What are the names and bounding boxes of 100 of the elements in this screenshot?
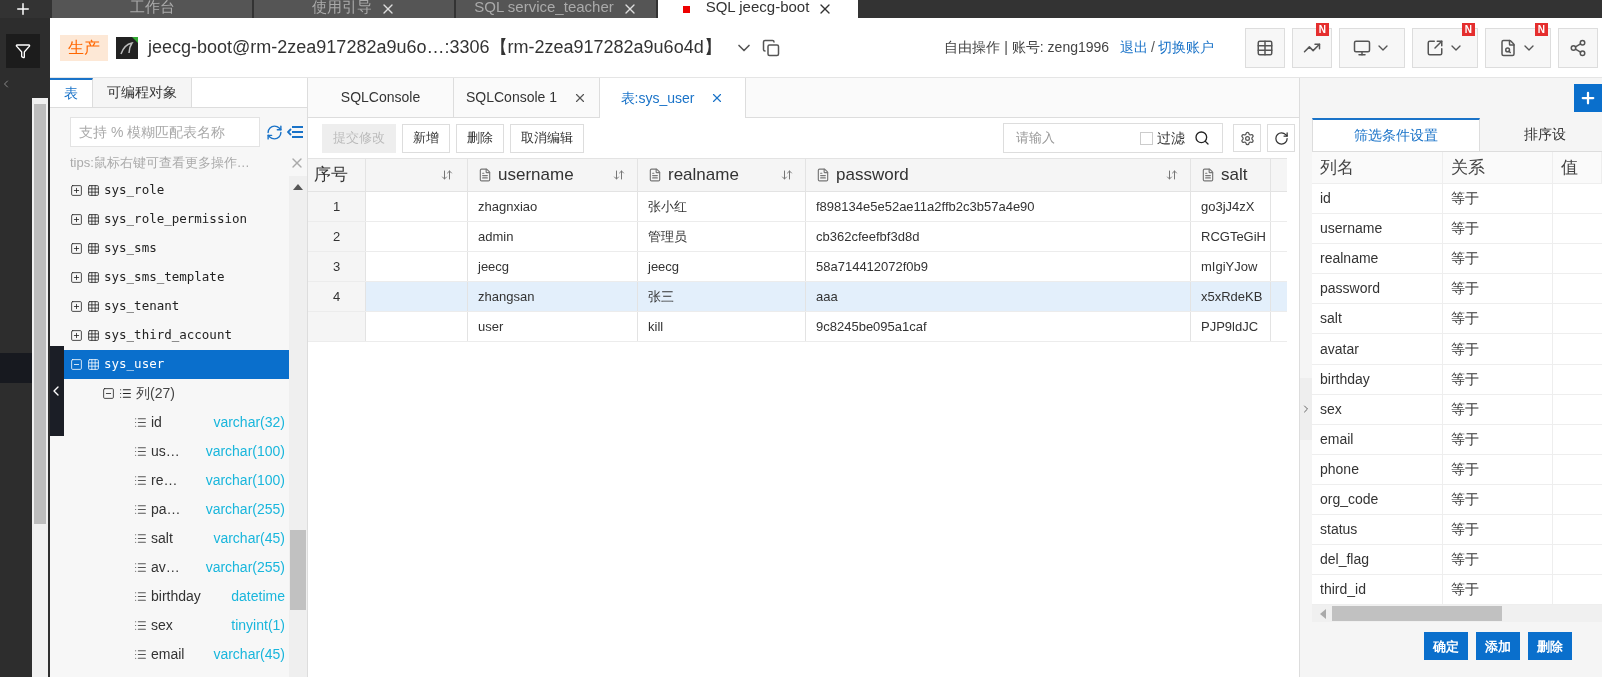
table-row[interactable]: birthday 等于 [1312,364,1602,395]
table-row[interactable]: avatar 等于 [1312,334,1602,365]
tree-item[interactable]: sys_tenant [62,292,289,321]
table-name: sys_role [104,181,165,200]
tree-item[interactable]: sex tinyint(1) [62,611,289,640]
table-row[interactable]: 4 zhangsan 张三 aaa x5xRdeKB [308,282,1287,312]
editor-tab[interactable]: SQLConsole [308,78,454,117]
column-type: tinyint(1) [231,616,285,635]
tree-item[interactable]: sys_role_permission [62,205,289,234]
table-cell-text: salt [1320,309,1342,329]
table-cell-text: 管理员 [648,227,687,246]
switch-account-link[interactable]: 切换账户 [1158,37,1214,58]
table-cell-text: zhagnxiao [478,197,538,216]
app-tab[interactable]: SQL jeecg-boot [658,0,858,18]
tree-item[interactable]: sys_user [62,350,289,379]
column-type: varchar(255) [205,500,285,519]
table-row[interactable]: id 等于 [1312,184,1602,215]
table-cell-text: go3jJ4zX [1201,197,1255,216]
toolbar-button[interactable]: 取消编辑 [510,123,584,153]
table-row[interactable]: phone 等于 [1312,454,1602,485]
column-name: id [151,413,162,432]
column-type: datetime [231,587,285,606]
table-cell-text: third_id [1320,580,1366,600]
panel-tab[interactable]: 排序设 [1480,118,1602,151]
search-bar[interactable]: 请输入 过滤 [1003,123,1223,153]
table-row[interactable]: 1 zhagnxiao 张小红 f898134e5e52ae11a2ffb2c3b57a4e90 go3jJ4zX [308,192,1287,222]
table-cell-text: 等于 [1451,550,1479,570]
tree-item[interactable]: us… varchar(100) [62,437,289,466]
column-header[interactable]: username [468,159,638,191]
table-cell-text: 等于 [1451,249,1479,269]
table-row[interactable]: 3 jeecg jeecg 58a714412072f0b9 mIgiYJow [308,252,1287,282]
tree-item[interactable]: email varchar(45) [62,640,289,669]
table-name: sys_tenant [104,297,180,316]
row-number: 2 [332,227,341,246]
column-name: salt [151,529,173,548]
row-number: 4 [332,287,341,306]
new-badge: N [1315,22,1329,36]
panel-button[interactable]: 确定 [1424,632,1468,661]
logout-link[interactable]: 退出 [1120,37,1149,58]
table-cell-text: 等于 [1451,520,1479,540]
table-cell-text: RCGTeGiH [1201,227,1266,246]
table-row[interactable]: username 等于 [1312,214,1602,245]
table-cell-text: jeecg [648,257,680,276]
table-row[interactable]: status 等于 [1312,515,1602,546]
editor-tab[interactable]: 表:sys_user [600,78,746,118]
table-name: sys_sms_template [104,268,225,287]
tree-item[interactable]: id varchar(32) [62,408,289,437]
table-row[interactable]: del_flag 等于 [1312,545,1602,576]
column-header[interactable]: password [806,159,1191,191]
table-cell-text: 等于 [1451,429,1479,449]
sidebar-tab[interactable]: 表 [50,78,93,107]
table-row[interactable]: email 等于 [1312,424,1602,455]
column-header[interactable]: realname [638,159,806,191]
column-header: 序号 [308,159,366,191]
tree-item[interactable]: av… varchar(255) [62,553,289,582]
tree-item[interactable]: sys_sms [62,234,289,263]
column-type: varchar(255) [205,558,285,577]
column-type: varchar(45) [213,529,285,548]
table-cell-text: kill [648,317,664,336]
table-cell-text: aaa [816,287,838,306]
row-number: 3 [332,257,341,276]
group-label: 列(27) [136,384,175,403]
new-badge: N [1534,22,1548,36]
table-row[interactable]: salt 等于 [1312,304,1602,335]
table-row[interactable]: password 等于 [1312,274,1602,305]
tree-item[interactable]: 列(27) [62,379,289,408]
table-cell-text: 等于 [1451,219,1479,239]
table-cell-text: 张小红 [648,197,687,216]
sidebar-tab[interactable]: 可编程对象 [93,78,192,107]
tree-item[interactable]: sys_role [62,176,289,205]
table-name: sys_sms [104,239,157,258]
column-header[interactable]: salt [1191,159,1271,191]
table-row[interactable]: realname 等于 [1312,244,1602,275]
column-name: email [151,645,185,664]
panel-button[interactable]: 删除 [1528,632,1572,661]
toolbar-button[interactable]: 删除 [456,123,504,153]
tree-item[interactable]: salt varchar(45) [62,524,289,553]
table-row[interactable]: org_code 等于 [1312,484,1602,516]
column-header: 关系 [1443,152,1553,183]
tree-item[interactable]: re… varchar(100) [62,466,289,495]
row-number: 1 [332,197,341,216]
panel-button[interactable]: 添加 [1476,632,1520,661]
table-cell-text: 等于 [1451,369,1479,389]
table-row[interactable]: sex 等于 [1312,394,1602,425]
search-field[interactable]: 请输入 [1016,128,1136,148]
table-cell-text: sex [1320,399,1342,419]
table-row[interactable]: 2 admin 管理员 cb362cfeefbf3d8d RCGTeGiH [308,222,1287,252]
column-name: re… [151,471,178,490]
tree-item[interactable]: sys_third_account [62,321,289,350]
table-cell-text: mIgiYJow [1201,257,1258,276]
panel-tab[interactable]: 筛选条件设置 [1312,118,1480,151]
tree-item[interactable]: birthday datetime [62,582,289,611]
tree-item[interactable]: sys_sms_template [62,263,289,292]
table-row[interactable]: user kill 9c8245be095a1caf PJP9ldJC [308,312,1287,342]
toolbar-button[interactable]: 新增 [402,123,450,153]
table-cell-text: status [1320,520,1358,540]
table-cell-text: jeecg [478,257,510,276]
tree-item[interactable]: pa… varchar(255) [62,495,289,524]
table-cell-text: 等于 [1451,459,1479,479]
table-search-field[interactable]: 支持 % 模糊匹配表名称 [70,117,260,147]
